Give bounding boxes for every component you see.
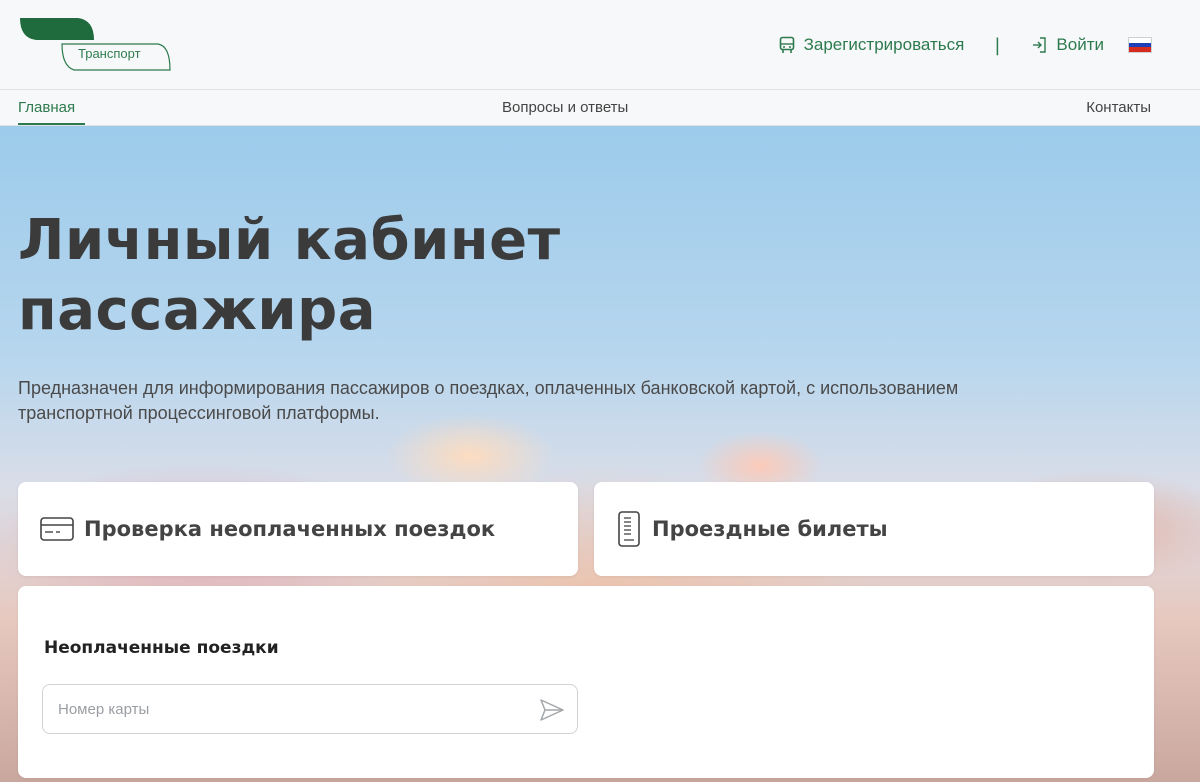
logo-text: Транспорт (78, 46, 141, 61)
tab-travel-tickets-label: Проездные билеты (652, 517, 888, 541)
page-subtitle: Предназначен для информирования пассажир… (18, 378, 959, 423)
hero-section: Личный кабинет пассажира Предназначен дл… (0, 126, 1200, 782)
logo[interactable]: Транспорт (18, 16, 172, 72)
unpaid-trips-panel: Неоплаченные поездки (18, 586, 1154, 778)
login-link[interactable]: Войти (1030, 35, 1104, 55)
login-icon (1033, 37, 1047, 53)
ru-flag-icon[interactable] (1128, 37, 1152, 53)
header-actions: Зарегистрироваться | Войти (778, 30, 1152, 60)
register-label: Зарегистрироваться (803, 35, 965, 54)
title-line-1: Личный кабинет (18, 208, 561, 273)
register-link[interactable]: Зарегистрироваться (778, 35, 965, 55)
panel-title: Неоплаченные поездки (44, 638, 279, 658)
ticket-icon (618, 511, 640, 547)
login-label: Войти (1056, 35, 1104, 54)
card-number-input[interactable] (43, 685, 523, 733)
nav-item-faq[interactable]: Вопросы и ответы (502, 99, 628, 116)
nav-active-indicator (18, 123, 85, 125)
bus-icon (779, 36, 794, 53)
send-icon (540, 699, 564, 721)
card-number-field (42, 684, 578, 734)
main-nav: Главная Вопросы и ответы Контакты (0, 90, 1200, 126)
tab-unpaid-trips[interactable]: Проверка неоплаченных поездок (18, 482, 578, 576)
site-header: Транспорт Зарегистрироваться | Войти (0, 0, 1200, 90)
nav-item-contacts[interactable]: Контакты (1086, 99, 1151, 116)
nav-item-home[interactable]: Главная (18, 99, 75, 116)
logo-leaf-icon (20, 18, 171, 71)
card-icon (40, 517, 74, 541)
page-title: Личный кабинет пассажира (18, 206, 561, 346)
tab-unpaid-trips-label: Проверка неоплаченных поездок (84, 517, 496, 541)
submit-button[interactable] (539, 697, 565, 723)
header-separator: | (994, 34, 1001, 56)
title-line-2: пассажира (18, 278, 376, 343)
tab-travel-tickets[interactable]: Проездные билеты (594, 482, 1154, 576)
